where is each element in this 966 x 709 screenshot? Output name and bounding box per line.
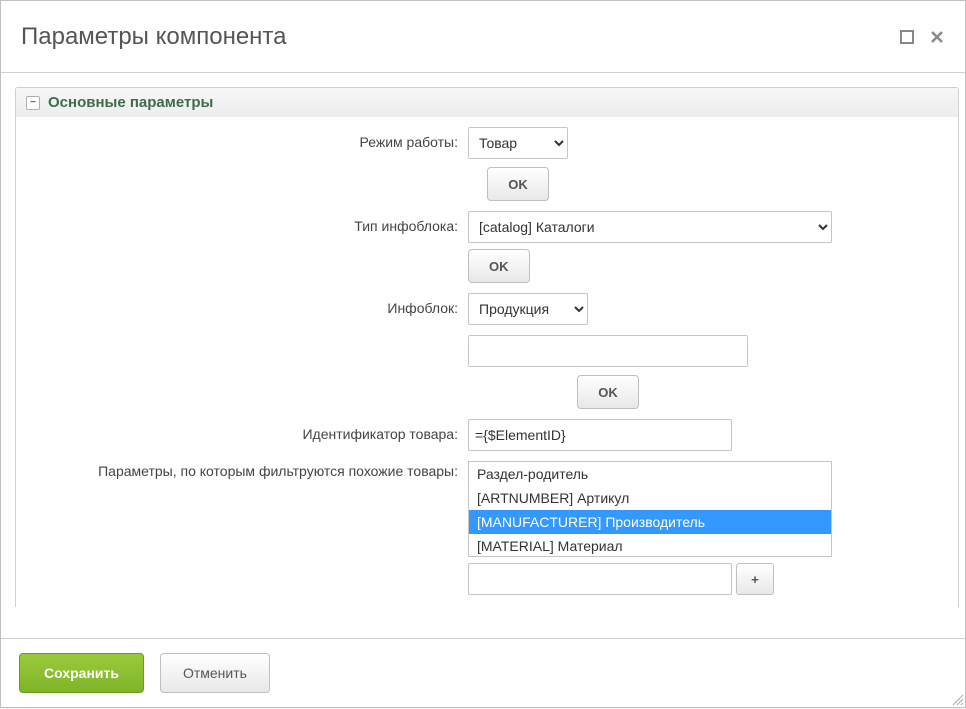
label-mode: Режим работы: <box>28 127 468 150</box>
control-mode: Товар OK <box>468 127 568 201</box>
label-iblock-type: Тип инфоблока: <box>28 211 468 234</box>
resize-handle[interactable] <box>950 692 964 706</box>
dialog: Параметры компонента − Основные параметр… <box>0 0 966 708</box>
close-icon[interactable] <box>929 29 945 45</box>
row-mode: Режим работы: Товар OK <box>28 127 946 201</box>
row-iblock: Инфоблок: Продукция <box>28 293 946 325</box>
control-element-id <box>468 419 732 451</box>
content-area: − Основные параметры Режим работы: Товар… <box>1 73 965 638</box>
row-element-id: Идентификатор товара: <box>28 419 946 451</box>
section-basic-body: Режим работы: Товар OK Тип инфоблока: <box>16 117 958 607</box>
titlebar: Параметры компонента <box>1 1 965 73</box>
titlebar-controls <box>899 29 945 45</box>
similar-filter-listbox[interactable]: Раздел-родитель[ARTNUMBER] Артикул[MANUF… <box>468 461 832 557</box>
control-iblock-type: [catalog] Каталоги OK <box>468 211 832 283</box>
section-basic: − Основные параметры Режим работы: Товар… <box>15 87 959 607</box>
unlabeled-input[interactable] <box>468 335 748 367</box>
mode-select[interactable]: Товар <box>468 127 568 159</box>
collapse-icon[interactable]: − <box>26 96 40 110</box>
row-unlabeled: OK <box>28 335 946 409</box>
similar-filter-add-button[interactable]: + <box>736 563 774 595</box>
mode-ok-button[interactable]: OK <box>487 167 549 201</box>
params-scroll[interactable]: − Основные параметры Режим работы: Товар… <box>15 87 959 607</box>
maximize-icon[interactable] <box>899 29 915 45</box>
listbox-item[interactable]: [MATERIAL] Материал <box>469 534 831 557</box>
iblock-type-select[interactable]: [catalog] Каталоги <box>468 211 832 243</box>
cancel-button[interactable]: Отменить <box>160 653 270 693</box>
control-unlabeled: OK <box>468 335 748 409</box>
similar-filter-extra: + <box>468 563 832 595</box>
section-basic-header[interactable]: − Основные параметры <box>16 88 958 117</box>
similar-filter-extra-input[interactable] <box>468 563 732 595</box>
listbox-item[interactable]: Раздел-родитель <box>469 462 831 486</box>
unlabeled-ok-button[interactable]: OK <box>577 375 639 409</box>
section-basic-title: Основные параметры <box>48 94 213 111</box>
control-similar-filter: Раздел-родитель[ARTNUMBER] Артикул[MANUF… <box>468 461 832 595</box>
save-button[interactable]: Сохранить <box>19 653 144 693</box>
element-id-input[interactable] <box>468 419 732 451</box>
listbox-item[interactable]: [MANUFACTURER] Производитель <box>469 510 831 534</box>
listbox-item[interactable]: [ARTNUMBER] Артикул <box>469 486 831 510</box>
dialog-footer: Сохранить Отменить <box>1 638 965 707</box>
control-iblock: Продукция <box>468 293 588 325</box>
iblock-type-ok-button[interactable]: OK <box>468 249 530 283</box>
label-similar-filter: Параметры, по которым фильтруются похожи… <box>28 461 468 479</box>
label-iblock: Инфоблок: <box>28 293 468 316</box>
row-iblock-type: Тип инфоблока: [catalog] Каталоги OK <box>28 211 946 283</box>
label-element-id: Идентификатор товара: <box>28 419 468 442</box>
row-similar-filter: Параметры, по которым фильтруются похожи… <box>28 461 946 595</box>
iblock-select[interactable]: Продукция <box>468 293 588 325</box>
label-unlabeled <box>28 335 468 342</box>
dialog-title: Параметры компонента <box>21 23 899 51</box>
